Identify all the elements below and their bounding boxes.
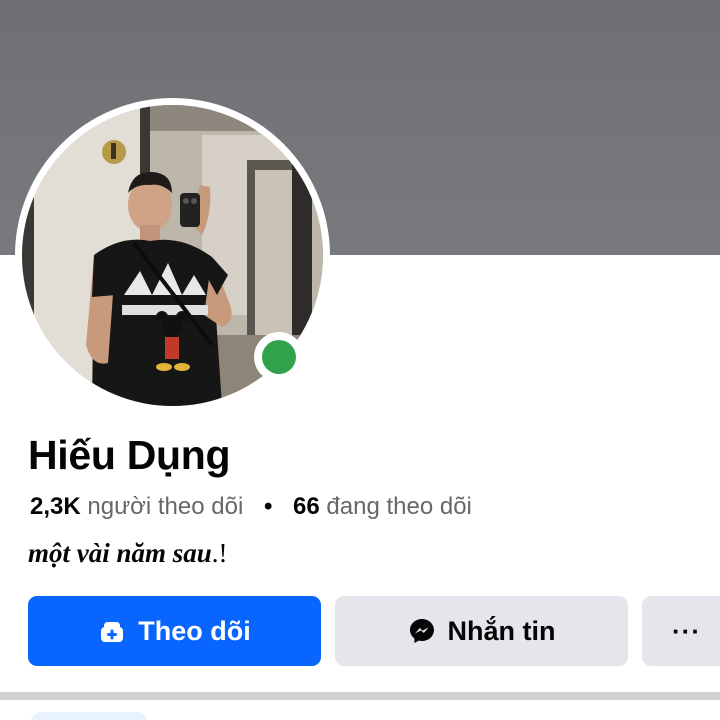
stats-separator: • — [263, 493, 273, 520]
more-options-icon: ··· — [672, 615, 701, 646]
section-divider — [0, 692, 720, 700]
following-label[interactable]: đang theo dõi — [326, 493, 471, 520]
following-count[interactable]: 66 — [293, 493, 320, 520]
followers-label[interactable]: người theo dõi — [87, 493, 243, 520]
profile-bio: một vài năm sau.! — [28, 538, 228, 569]
follow-button-label: Theo dõi — [138, 615, 251, 646]
message-button-label: Nhắn tin — [447, 615, 556, 646]
profile-name: Hiếu Dụng — [28, 432, 231, 478]
more-options-button[interactable]: ··· — [642, 596, 720, 666]
bio-suffix: .! — [211, 538, 228, 568]
follow-add-icon — [98, 617, 126, 645]
followers-count[interactable]: 2,3K — [30, 493, 81, 520]
profile-stats: 2,3K người theo dõi • 66 đang theo dõi — [30, 493, 472, 521]
messenger-icon — [408, 617, 436, 645]
bio-text: một vài năm sau — [28, 538, 212, 568]
message-button[interactable]: Nhắn tin — [335, 596, 628, 666]
tab-chip[interactable] — [30, 712, 148, 720]
online-status-indicator — [262, 340, 296, 374]
profile-page: Hiếu Dụng 2,3K người theo dõi • 66 đang … — [0, 0, 720, 720]
follow-button[interactable]: Theo dõi — [28, 596, 321, 666]
